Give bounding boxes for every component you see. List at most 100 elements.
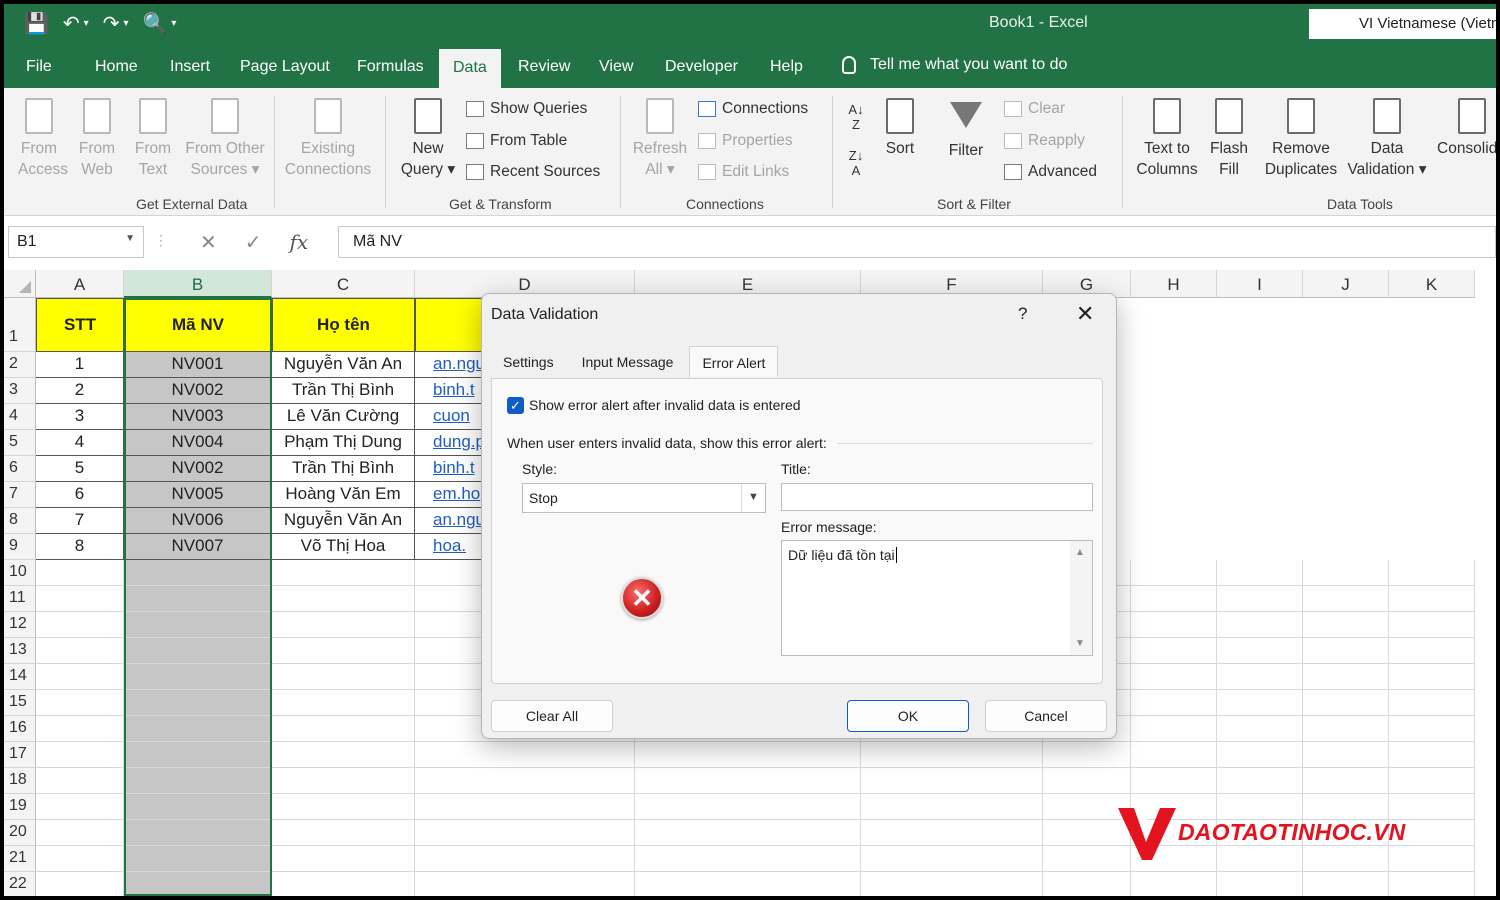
cell-ma-nv[interactable]: NV005	[124, 482, 272, 508]
row-header-20[interactable]: 20	[4, 820, 36, 846]
cell-empty[interactable]	[124, 612, 272, 638]
cell-ho-ten[interactable]: Võ Thị Hoa	[272, 534, 415, 560]
from-access-button[interactable]: From Access	[18, 98, 68, 180]
filter-button[interactable]: Filter	[944, 98, 988, 161]
text-to-columns-button[interactable]: Text to Columns	[1132, 98, 1202, 180]
cell-empty[interactable]	[124, 768, 272, 794]
cell-empty[interactable]	[1217, 560, 1303, 586]
cell-stt[interactable]: 3	[36, 404, 124, 430]
cell-empty[interactable]	[1217, 586, 1303, 612]
from-table-button[interactable]: From Table	[466, 132, 567, 150]
cell-empty[interactable]	[1303, 612, 1389, 638]
cell-b1[interactable]: Mã NV	[124, 298, 272, 352]
connections-button[interactable]: Connections	[698, 100, 808, 118]
tab-data[interactable]: Data	[439, 49, 501, 88]
cell-empty[interactable]	[861, 820, 1043, 846]
clear-all-button[interactable]: Clear All	[491, 700, 613, 732]
flash-fill-button[interactable]: Flash Fill	[1206, 98, 1252, 180]
cell-empty[interactable]	[272, 794, 415, 820]
row-header-7[interactable]: 7	[4, 482, 36, 508]
cell-empty[interactable]	[1389, 638, 1475, 664]
formula-input[interactable]: Mã NV	[338, 226, 1496, 258]
row-header-18[interactable]: 18	[4, 768, 36, 794]
title-input[interactable]	[781, 483, 1093, 511]
cell-empty[interactable]	[1217, 638, 1303, 664]
tab-input-message[interactable]: Input Message	[570, 346, 686, 377]
cell-ma-nv[interactable]: NV002	[124, 378, 272, 404]
show-error-alert-label[interactable]: Show error alert after invalid data is e…	[529, 397, 801, 413]
from-other-sources-button[interactable]: From Other Sources ▾	[182, 98, 268, 180]
scroll-down-icon[interactable]: ▼	[1075, 638, 1085, 649]
cell-empty[interactable]	[1389, 742, 1475, 768]
tab-insert[interactable]: Insert	[170, 58, 210, 76]
new-query-button[interactable]: New Query ▾	[400, 98, 456, 180]
cell-ma-nv[interactable]: NV006	[124, 508, 272, 534]
row-header-14[interactable]: 14	[4, 664, 36, 690]
cell-empty[interactable]	[861, 742, 1043, 768]
cell-ho-ten[interactable]: Lê Văn Cường	[272, 404, 415, 430]
row-header-3[interactable]: 3	[4, 378, 36, 404]
reapply-button[interactable]: Reapply	[1004, 132, 1085, 150]
ok-button[interactable]: OK	[847, 700, 969, 732]
cell-ho-ten[interactable]: Nguyễn Văn An	[272, 508, 415, 534]
column-header-b[interactable]: B	[124, 270, 272, 298]
help-icon[interactable]: ?	[1018, 304, 1027, 324]
select-all-button[interactable]	[4, 270, 36, 298]
cell-empty[interactable]	[124, 560, 272, 586]
show-error-alert-checkbox[interactable]: ✓	[507, 397, 524, 414]
cell-empty[interactable]	[272, 846, 415, 872]
row-header-19[interactable]: 19	[4, 794, 36, 820]
column-header-k[interactable]: K	[1389, 270, 1475, 298]
row-header-8[interactable]: 8	[4, 508, 36, 534]
cell-empty[interactable]	[415, 846, 635, 872]
cell-empty[interactable]	[415, 794, 635, 820]
cancel-button[interactable]: Cancel	[985, 700, 1107, 732]
cell-empty[interactable]	[1043, 872, 1131, 896]
cell-stt[interactable]: 4	[36, 430, 124, 456]
clear-filter-button[interactable]: Clear	[1004, 100, 1065, 118]
insert-function-icon[interactable]: fx	[290, 230, 309, 254]
row-header-6[interactable]: 6	[4, 456, 36, 482]
cell-ma-nv[interactable]: NV004	[124, 430, 272, 456]
cell-empty[interactable]	[36, 846, 124, 872]
cell-stt[interactable]: 6	[36, 482, 124, 508]
cell-c1[interactable]: Họ tên	[272, 298, 415, 352]
chevron-down-icon[interactable]: ▼	[125, 233, 135, 244]
cell-empty[interactable]	[272, 872, 415, 896]
tab-developer[interactable]: Developer	[665, 58, 738, 76]
cell-empty[interactable]	[36, 872, 124, 896]
cell-empty[interactable]	[124, 742, 272, 768]
undo-dropdown-icon[interactable]: ▾	[84, 12, 89, 36]
cell-ma-nv[interactable]: NV003	[124, 404, 272, 430]
cell-empty[interactable]	[272, 768, 415, 794]
row-header-22[interactable]: 22	[4, 872, 36, 896]
from-web-button[interactable]: From Web	[76, 98, 118, 180]
style-select[interactable]: Stop ▼	[522, 483, 766, 513]
column-header-h[interactable]: H	[1131, 270, 1217, 298]
cell-empty[interactable]	[1303, 560, 1389, 586]
row-header-11[interactable]: 11	[4, 586, 36, 612]
cell-empty[interactable]	[1217, 690, 1303, 716]
cell-empty[interactable]	[1043, 742, 1131, 768]
properties-button[interactable]: Properties	[698, 132, 793, 150]
row-header-10[interactable]: 10	[4, 560, 36, 586]
cell-empty[interactable]	[1303, 664, 1389, 690]
cell-empty[interactable]	[1131, 664, 1217, 690]
chevron-down-icon[interactable]: ▼	[741, 484, 765, 512]
cell-ma-nv[interactable]: NV002	[124, 456, 272, 482]
row-header-21[interactable]: 21	[4, 846, 36, 872]
cell-empty[interactable]	[1303, 768, 1389, 794]
cell-empty[interactable]	[272, 742, 415, 768]
sort-button[interactable]: Sort	[878, 98, 922, 159]
cell-ho-ten[interactable]: Trần Thị Bình	[272, 456, 415, 482]
cell-empty[interactable]	[635, 846, 861, 872]
cell-empty[interactable]	[1303, 690, 1389, 716]
cell-empty[interactable]	[272, 716, 415, 742]
cell-empty[interactable]	[124, 716, 272, 742]
save-icon[interactable]: 💾	[24, 12, 49, 36]
cell-empty[interactable]	[1217, 664, 1303, 690]
column-header-a[interactable]: A	[36, 270, 124, 298]
cell-empty[interactable]	[124, 586, 272, 612]
cell-empty[interactable]	[1217, 742, 1303, 768]
cell-empty[interactable]	[36, 716, 124, 742]
